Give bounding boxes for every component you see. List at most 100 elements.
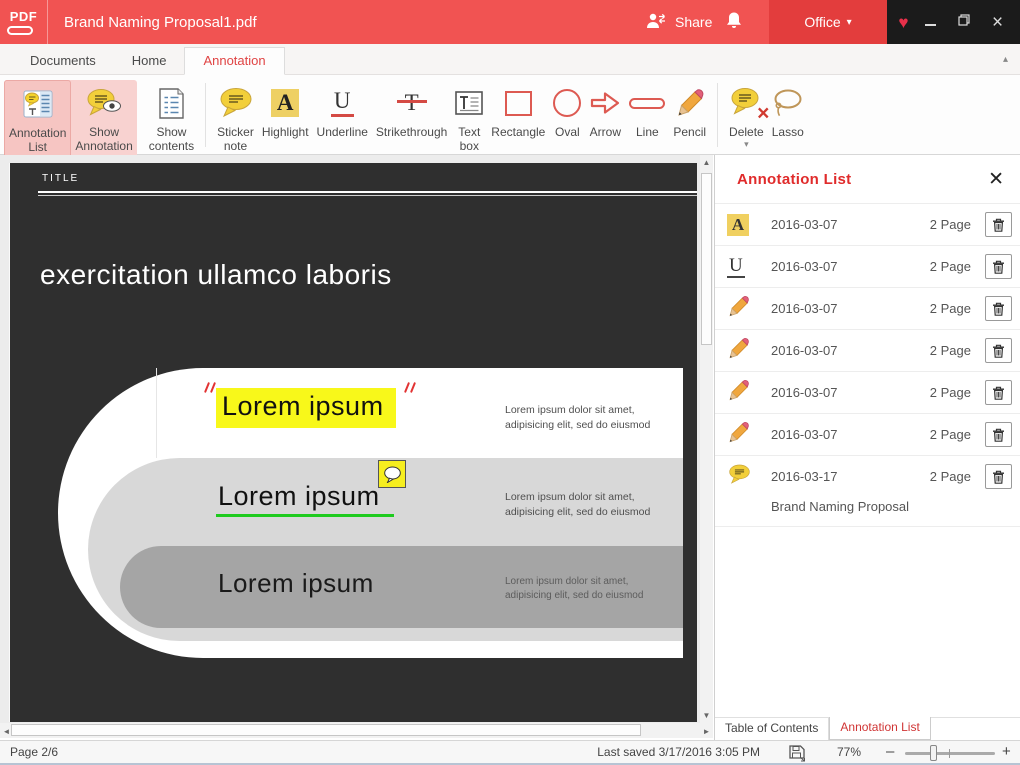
highlight-icon: A	[271, 89, 299, 117]
tab-annotation[interactable]: Annotation	[184, 47, 284, 75]
annotation-list-button[interactable]: Annotation List	[4, 80, 71, 158]
annotation-list-item[interactable]: 2016-03-072 Page	[715, 371, 1020, 413]
delete-annotation-button[interactable]	[985, 422, 1012, 447]
line-button[interactable]: Line	[625, 80, 669, 141]
trash-icon	[992, 470, 1005, 484]
pdf-page: TITLE exercitation ullamco laboris Lorem…	[10, 163, 697, 722]
show-contents-label: Show contents	[149, 125, 194, 154]
sticker-note-icon	[218, 82, 254, 124]
annotation-list-item[interactable]: 2016-03-072 Page	[715, 413, 1020, 455]
show-contents-button[interactable]: Show contents	[145, 80, 198, 156]
tab-home[interactable]: Home	[114, 48, 185, 74]
delete-label: Delete	[729, 125, 764, 139]
share-person-icon	[646, 13, 667, 32]
slide-heading: exercitation ullamco laboris	[40, 259, 392, 291]
trash-icon	[992, 302, 1005, 316]
zoom-in-button[interactable]: +	[1002, 743, 1011, 760]
annotation-list-title: Annotation List	[737, 171, 851, 188]
lasso-button[interactable]: Lasso	[768, 80, 808, 141]
zoom-level: 77%	[837, 745, 861, 759]
oval-label: Oval	[555, 125, 580, 139]
delete-annotation-button[interactable]	[985, 464, 1012, 489]
trash-icon	[992, 344, 1005, 358]
underline-annotation[interactable]: Lorem ipsum	[216, 481, 394, 517]
annotation-page: 2 Page	[930, 469, 971, 484]
highlight-button[interactable]: A Highlight	[258, 80, 313, 141]
diagram-row-title: Lorem ipsum	[216, 391, 396, 422]
horizontal-scrollbar[interactable]: ◄ ►	[0, 723, 713, 738]
minimize-icon	[925, 24, 936, 26]
delete-annotation-button[interactable]	[985, 254, 1012, 279]
scroll-right-icon[interactable]: ►	[700, 727, 713, 736]
pencil-mark-annotation[interactable]	[406, 382, 420, 396]
zoom-slider-handle[interactable]	[930, 745, 937, 761]
tab-annotation-list[interactable]: Annotation List	[829, 717, 930, 740]
zoom-slider-track[interactable]	[905, 752, 995, 755]
annotation-list-item[interactable]: U2016-03-072 Page	[715, 245, 1020, 287]
lasso-icon	[772, 82, 804, 124]
office-menu-button[interactable]: Office ▾	[769, 0, 887, 44]
horizontal-scroll-thumb[interactable]	[11, 724, 641, 736]
paperclip-icon	[7, 26, 33, 35]
annotation-list-item[interactable]: 2016-03-072 Page	[715, 329, 1020, 371]
pencil-annotation-icon	[727, 421, 750, 449]
save-icon[interactable]	[789, 745, 806, 765]
text-box-icon	[455, 82, 483, 124]
arrow-label: Arrow	[590, 125, 621, 139]
tab-table-of-contents[interactable]: Table of Contents	[715, 718, 829, 740]
show-annotation-button[interactable]: Show Annotation	[71, 80, 136, 158]
app-logo[interactable]: PDF	[0, 0, 48, 44]
arrow-button[interactable]: Arrow	[585, 80, 625, 141]
diagram-row-desc: Lorem ipsum dolor sit amet, adipisicing …	[505, 575, 695, 603]
delete-annotation-button[interactable]	[985, 296, 1012, 321]
highlight-annotation-icon: A	[727, 214, 749, 236]
diagram-row-title: Lorem ipsum	[218, 568, 374, 599]
sticker-note-button[interactable]: Sticker note	[213, 80, 258, 156]
trash-icon	[992, 386, 1005, 400]
vertical-scroll-thumb[interactable]	[701, 173, 712, 345]
favorite-heart-icon[interactable]: ♥	[898, 14, 908, 31]
zoom-slider-center-tick	[949, 749, 950, 758]
zoom-out-button[interactable]: –	[886, 743, 894, 760]
minimize-button[interactable]	[920, 14, 942, 30]
strikethrough-button[interactable]: T Strikethrough	[372, 80, 451, 141]
restore-button[interactable]	[953, 14, 975, 30]
annotation-list-icon	[22, 83, 54, 125]
notifications-button[interactable]	[718, 0, 750, 44]
annotation-date: 2016-03-07	[771, 259, 838, 274]
document-title: Brand Naming Proposal1.pdf	[64, 14, 257, 31]
scroll-up-icon[interactable]: ▲	[700, 158, 713, 167]
page-indicator: Page 2/6	[10, 745, 58, 759]
annotation-list-item[interactable]: 2016-03-172 Page	[715, 455, 1020, 497]
delete-annotation-button[interactable]	[985, 380, 1012, 405]
annotation-list-item[interactable]: 2016-03-072 Page	[715, 287, 1020, 329]
vertical-scrollbar[interactable]: ▲ ▼	[700, 155, 713, 723]
annotation-page: 2 Page	[930, 343, 971, 358]
rectangle-button[interactable]: Rectangle	[487, 80, 549, 141]
text-box-button[interactable]: Text box	[451, 80, 487, 156]
annotation-panel-group: Annotation List Show Annotation	[4, 80, 137, 158]
annotation-list-panel: Annotation List ✕ A2016-03-072 PageU2016…	[714, 155, 1020, 740]
highlight-annotation[interactable]: Lorem ipsum	[216, 388, 396, 428]
toolbar-separator	[205, 83, 206, 147]
oval-button[interactable]: Oval	[549, 80, 585, 141]
pencil-annotation-icon	[727, 379, 750, 407]
annotation-date: 2016-03-07	[771, 385, 838, 400]
pencil-button[interactable]: Pencil	[669, 80, 710, 141]
underline-button[interactable]: U Underline	[313, 80, 372, 141]
annotation-list-item[interactable]: A2016-03-072 Page	[715, 203, 1020, 245]
delete-annotation-button[interactable]	[985, 212, 1012, 237]
pencil-annotation-icon	[727, 295, 750, 323]
collapse-ribbon-icon[interactable]: ▴	[1003, 54, 1008, 65]
delete-button[interactable]: × Delete ▾	[725, 80, 768, 151]
close-panel-icon[interactable]: ✕	[988, 170, 1004, 189]
annotation-page: 2 Page	[930, 217, 971, 232]
tab-documents[interactable]: Documents	[12, 48, 114, 74]
share-button[interactable]: Share	[638, 0, 720, 44]
close-button[interactable]: ×	[987, 13, 1009, 32]
delete-annotation-button[interactable]	[985, 338, 1012, 363]
office-label: Office	[804, 14, 840, 30]
scroll-down-icon[interactable]: ▼	[700, 711, 713, 720]
rectangle-label: Rectangle	[491, 125, 545, 139]
diagram-row-desc: Lorem ipsum dolor sit amet, adipisicing …	[505, 403, 695, 432]
